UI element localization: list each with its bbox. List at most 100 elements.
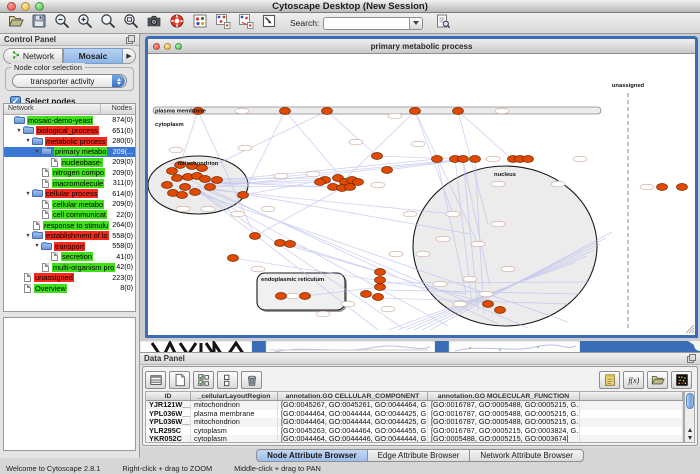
table-row[interactable]: YPL036W__1mitochondrion[GO:0044464, GO:0…	[146, 418, 683, 427]
network-node[interactable]	[322, 108, 333, 115]
tree-row-mosaic-demo-yeast[interactable]: mosaic-demo-yeast874(0)	[4, 115, 135, 126]
network-node[interactable]	[276, 293, 287, 300]
resize-grip[interactable]	[686, 325, 694, 333]
save-session-button[interactable]	[27, 12, 50, 31]
table-row[interactable]: YJR121W__1mitochondrion[GO:0045267, GO:0…	[146, 401, 683, 410]
tree-row-cell-communicat[interactable]: cell communicat22(0)	[4, 210, 135, 221]
table-row[interactable]: YKR052Ccytoplasm[GO:0044464, GO:0044446,…	[146, 435, 683, 443]
network-node[interactable]	[315, 179, 326, 186]
network-node[interactable]	[167, 168, 178, 175]
tree-row-secretion[interactable]: secretion41(0)	[4, 252, 135, 263]
expand-arrow-icon[interactable]: ▼	[15, 128, 23, 134]
layout-apply-button[interactable]	[234, 12, 257, 31]
column-header[interactable]: _cellularLayoutRegion	[191, 392, 278, 400]
zoom-in-button[interactable]	[73, 12, 96, 31]
expand-arrow-icon[interactable]: ▼	[24, 138, 32, 144]
minimize-button[interactable]	[21, 2, 30, 11]
formula-builder-button[interactable]: f(x)	[623, 371, 644, 389]
close-button[interactable]	[7, 2, 16, 11]
network-node[interactable]	[375, 284, 386, 291]
expand-arrow-icon[interactable]: ▼	[33, 243, 41, 249]
tree-row-cellular-metabo[interactable]: cellular metabo209(0)	[4, 199, 135, 210]
table-row[interactable]: YLR295Ccytoplasm[GO:0045263, GO:0044464,…	[146, 427, 683, 436]
tab-network-attribute-browser[interactable]: Network Attribute Browser	[470, 449, 583, 462]
tree-column-nodes[interactable]: Nodes	[101, 104, 135, 114]
network-node[interactable]	[523, 156, 534, 163]
column-header[interactable]	[580, 392, 683, 400]
network-node[interactable]	[250, 233, 261, 240]
tree-row-nucleobase-[interactable]: nucleobase-209(0)	[4, 157, 135, 168]
network-node[interactable]	[495, 307, 506, 314]
attribute-batch-button[interactable]	[599, 371, 620, 389]
network-node[interactable]	[162, 182, 173, 189]
network-node[interactable]	[200, 176, 211, 183]
float-panel-icon[interactable]	[126, 35, 135, 44]
network-node[interactable]	[375, 269, 386, 276]
help-button[interactable]	[165, 12, 188, 31]
attribute-matrix-button[interactable]	[671, 371, 692, 389]
network-node[interactable]	[190, 189, 201, 196]
tree-row-response-to-stimulu[interactable]: response to stimulu264(0)	[4, 220, 135, 231]
table-scrollbar[interactable]	[684, 391, 695, 443]
open-session-button[interactable]	[4, 12, 27, 31]
tab-node-attribute-browser[interactable]: Node Attribute Browser	[256, 449, 368, 462]
network-node[interactable]	[410, 108, 421, 115]
network-node[interactable]	[373, 294, 384, 301]
layout-settings-button[interactable]	[211, 12, 234, 31]
tree-row-cellular-process[interactable]: ▼cellular process614(0)	[4, 189, 135, 200]
network-maximize-button[interactable]	[175, 43, 182, 50]
tree-row-biological-process[interactable]: ▼biological_process651(0)	[4, 126, 135, 137]
import-attributes-button[interactable]	[647, 371, 668, 389]
network-node[interactable]	[453, 108, 464, 115]
tree-row-transport[interactable]: ▼transport558(0)	[4, 241, 135, 252]
search-input[interactable]	[323, 17, 409, 30]
expand-arrow-icon[interactable]: ▼	[24, 233, 32, 239]
network-node[interactable]	[483, 301, 494, 308]
tree-row-overview[interactable]: Overview8(0)	[4, 283, 135, 294]
search-dropdown-button[interactable]	[409, 17, 423, 30]
network-node[interactable]	[180, 184, 191, 191]
column-header[interactable]: annotation.GO MOLECULAR_FUNCTION	[428, 392, 580, 400]
maximize-button[interactable]	[35, 2, 44, 11]
expand-arrow-icon[interactable]: ▼	[24, 191, 32, 197]
network-node[interactable]	[458, 156, 469, 163]
annotation-button[interactable]	[257, 12, 280, 31]
tab-overflow-button[interactable]: ▶	[123, 48, 136, 64]
enhanced-search-button[interactable]	[431, 12, 454, 31]
zoom-selected-button[interactable]	[119, 12, 142, 31]
table-row[interactable]: YPL036W__2plasma membrane[GO:0044464, GO…	[146, 410, 683, 419]
network-node[interactable]	[275, 240, 286, 247]
vizmapper-button[interactable]	[188, 12, 211, 31]
snapshot-button[interactable]	[142, 12, 165, 31]
zoom-out-button[interactable]	[50, 12, 73, 31]
tree-row-primary-metabo[interactable]: ▼primary metabo209(...	[4, 147, 135, 158]
expand-arrow-icon[interactable]: ▼	[33, 149, 41, 155]
zoom-fit-button[interactable]	[96, 12, 119, 31]
tree-row-macromolecule[interactable]: macromolecule311(0)	[4, 178, 135, 189]
network-node[interactable]	[657, 184, 668, 191]
tree-row-unassigned[interactable]: unassigned223(0)	[4, 273, 135, 284]
tab-edge-attribute-browser[interactable]: Edge Attribute Browser	[368, 449, 471, 462]
select-all-checks-button[interactable]	[193, 371, 214, 389]
create-attribute-button[interactable]	[169, 371, 190, 389]
column-header[interactable]: ID	[146, 392, 191, 400]
tree-column-network[interactable]: Network	[4, 104, 101, 114]
network-node[interactable]	[228, 255, 239, 262]
column-header[interactable]: annotation.GO CELLULAR_COMPONENT	[278, 392, 428, 400]
unselect-all-checks-button[interactable]	[217, 371, 238, 389]
network-node[interactable]	[432, 156, 443, 163]
scroll-up-button[interactable]	[685, 426, 694, 434]
network-node[interactable]	[280, 108, 291, 115]
network-node[interactable]	[300, 293, 311, 300]
network-node[interactable]	[375, 277, 386, 284]
network-node[interactable]	[382, 167, 393, 174]
tab-network[interactable]: Network	[3, 48, 63, 64]
float-panel-icon[interactable]	[687, 354, 696, 363]
network-node[interactable]	[177, 192, 188, 199]
scrollbar-thumb[interactable]	[686, 393, 694, 409]
network-node[interactable]	[677, 184, 688, 191]
network-node[interactable]	[285, 241, 296, 248]
scroll-down-button[interactable]	[685, 434, 694, 442]
network-node[interactable]	[212, 177, 223, 184]
network-node[interactable]	[372, 153, 383, 160]
